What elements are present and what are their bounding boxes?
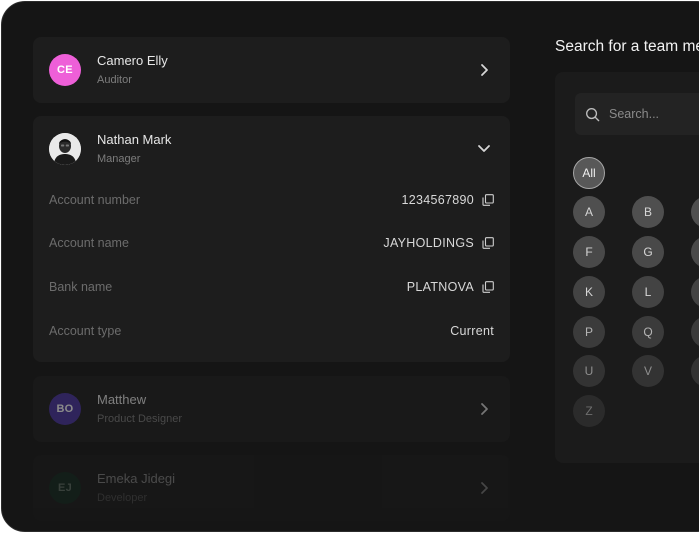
member-role: Manager — [97, 153, 141, 165]
member-card-matthew[interactable]: BO Matthew Product Designer — [33, 376, 510, 442]
member-card-header[interactable]: CE Camero Elly Auditor — [33, 37, 510, 103]
letter-filter-h[interactable]: H — [691, 236, 699, 268]
letter-filter-a[interactable]: A — [573, 196, 605, 228]
app-frame: CE Camero Elly Auditor Nathan Mark Manag… — [1, 1, 699, 532]
letter-filter-z[interactable]: Z — [573, 395, 605, 427]
copy-icon[interactable] — [482, 237, 494, 249]
account-type-value: Current — [450, 324, 494, 338]
avatar: CE — [49, 54, 81, 86]
member-card-nathan-mark[interactable]: Nathan Mark Manager Account number 12345… — [33, 116, 510, 362]
letter-filter-c[interactable]: C — [691, 196, 699, 228]
avatar: BO — [49, 393, 81, 425]
member-card-header[interactable]: EJ Emeka Jidegi Developer — [33, 455, 510, 521]
detail-value: JAYHOLDINGS — [383, 236, 494, 250]
letter-filter-p[interactable]: P — [573, 316, 605, 348]
detail-row-account-name: Account name JAYHOLDINGS — [49, 234, 494, 254]
member-name: Camero Elly — [97, 53, 168, 68]
member-card-header[interactable]: BO Matthew Product Designer — [33, 376, 510, 442]
letter-filter-m[interactable]: M — [691, 276, 699, 308]
detail-value: Current — [450, 324, 494, 338]
member-role: Developer — [97, 492, 148, 504]
search-box[interactable] — [575, 93, 699, 135]
letter-filter-k[interactable]: K — [573, 276, 605, 308]
detail-value: PLATNOVA — [407, 280, 494, 294]
detail-label: Account number — [49, 193, 141, 207]
letter-filter-q[interactable]: Q — [632, 316, 664, 348]
member-name: Matthew — [97, 392, 147, 407]
chevron-down-icon[interactable] — [476, 140, 492, 156]
member-name: Emeka Jidegi — [97, 471, 176, 486]
search-title: Search for a team member — [555, 38, 699, 55]
detail-row-bank-name: Bank name PLATNOVA — [49, 278, 494, 298]
letter-filter-l[interactable]: L — [632, 276, 664, 308]
letter-filter-g[interactable]: G — [632, 236, 664, 268]
copy-icon[interactable] — [482, 194, 494, 206]
detail-row-account-number: Account number 1234567890 — [49, 191, 494, 211]
member-card-camero-elly[interactable]: CE Camero Elly Auditor — [33, 37, 510, 103]
letter-filter-all[interactable]: All — [573, 157, 605, 189]
bank-name-value: PLATNOVA — [406, 280, 474, 294]
letter-filter-w[interactable]: W — [691, 355, 699, 387]
member-role: Auditor — [97, 74, 132, 86]
search-input[interactable] — [609, 103, 699, 125]
detail-label: Account type — [49, 324, 122, 338]
member-name: Nathan Mark — [97, 132, 172, 147]
chevron-right-icon[interactable] — [476, 480, 492, 496]
detail-value: 1234567890 — [401, 193, 494, 207]
detail-label: Account name — [49, 236, 129, 250]
copy-icon[interactable] — [482, 281, 494, 293]
member-role: Product Designer — [97, 413, 182, 425]
chevron-right-icon[interactable] — [476, 401, 492, 417]
avatar: EJ — [49, 472, 81, 504]
letter-filter-b[interactable]: B — [632, 196, 664, 228]
search-panel: All A B C F G H K L M P Q R U V W Z — [555, 72, 699, 463]
letter-filter-v[interactable]: V — [632, 355, 664, 387]
search-icon — [586, 108, 600, 122]
letter-filter-f[interactable]: F — [573, 236, 605, 268]
member-card-emeka-jidegi[interactable]: EJ Emeka Jidegi Developer — [33, 455, 510, 521]
user-photo-icon — [49, 133, 81, 165]
letter-filter-r[interactable]: R — [691, 316, 699, 348]
letter-filter-u[interactable]: U — [573, 355, 605, 387]
chevron-right-icon[interactable] — [476, 62, 492, 78]
detail-row-account-type: Account type Current — [49, 322, 494, 342]
account-number-value: 1234567890 — [401, 193, 474, 207]
member-card-header[interactable]: Nathan Mark Manager — [33, 116, 510, 182]
detail-label: Bank name — [49, 280, 113, 294]
account-name-value: JAYHOLDINGS — [383, 236, 474, 250]
